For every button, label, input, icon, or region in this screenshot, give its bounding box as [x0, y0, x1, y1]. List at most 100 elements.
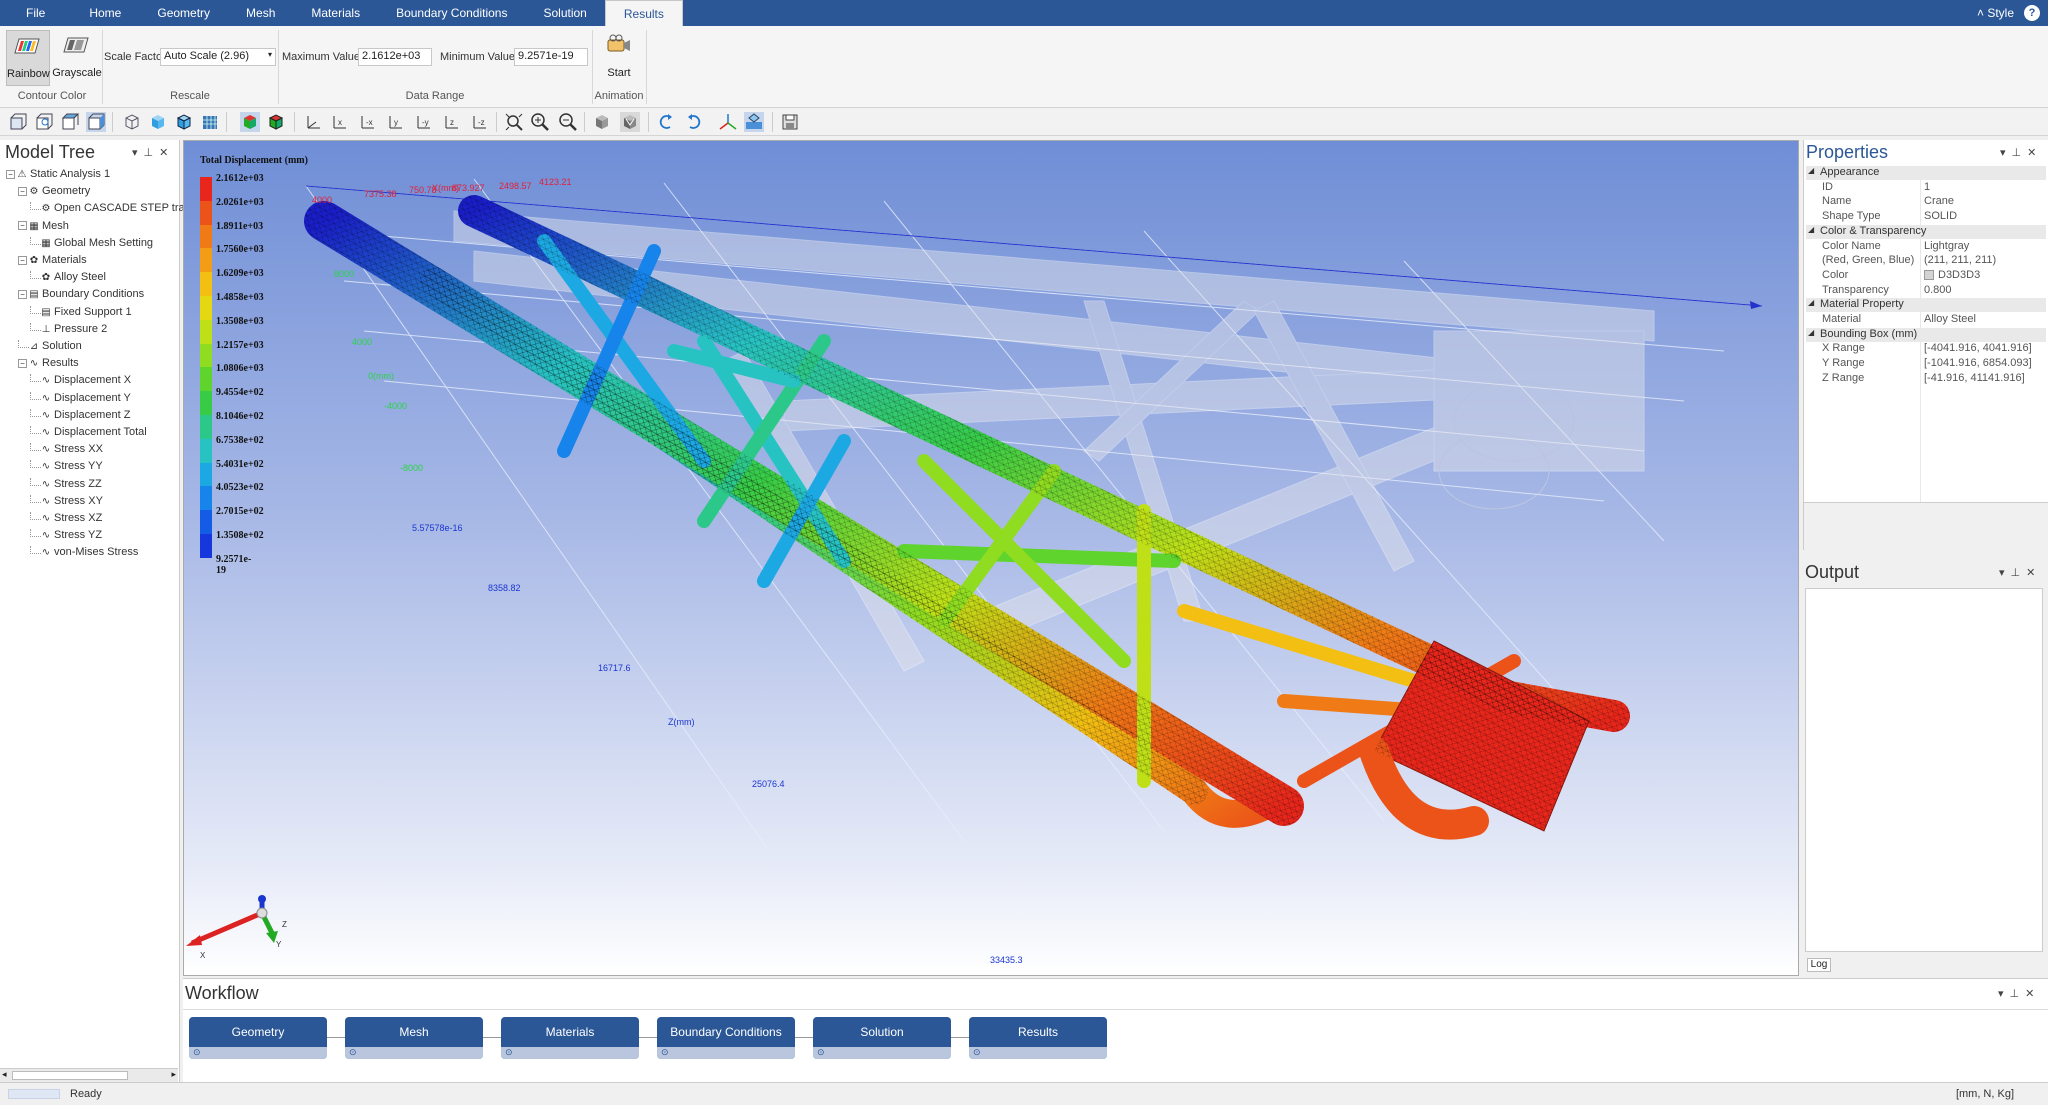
scrollbar-thumb[interactable]: [12, 1071, 128, 1080]
tree-item[interactable]: ∿ Displacement Total: [30, 426, 147, 442]
chevron-down-icon[interactable]: ▾: [1999, 567, 2011, 579]
close-icon[interactable]: ✕: [2026, 567, 2041, 579]
workflow-step-button[interactable]: Boundary Conditions ⊙: [657, 1017, 795, 1059]
collapse-triangle-icon[interactable]: ◢: [1808, 298, 1814, 307]
tree-item[interactable]: ∿ Stress XY: [30, 494, 103, 511]
property-row[interactable]: Name Crane: [1804, 195, 2048, 209]
menu-tab-geometry[interactable]: Geometry: [139, 0, 228, 26]
property-row[interactable]: ID 1: [1804, 181, 2048, 195]
tree-item[interactable]: ⊥ Pressure 2: [30, 322, 107, 339]
property-category[interactable]: ◢ Color & Transparency: [1806, 224, 2046, 239]
tree-item[interactable]: − ▤ Boundary Conditions: [18, 288, 144, 304]
axis-view-1-icon[interactable]: [304, 112, 324, 132]
property-row[interactable]: X Range [-4041.916, 4041.916]: [1804, 342, 2048, 356]
workflow-step-button[interactable]: Materials ⊙: [501, 1017, 639, 1059]
tree-item[interactable]: − ✿ Materials: [18, 254, 87, 270]
axis-view-2-icon[interactable]: x: [330, 112, 350, 132]
expand-toggle-icon[interactable]: −: [6, 169, 15, 179]
workflow-step-expander[interactable]: ⊙: [813, 1047, 951, 1059]
axis-view-4-icon[interactable]: y: [386, 112, 406, 132]
workflow-step-expander[interactable]: ⊙: [189, 1047, 327, 1059]
style-menu[interactable]: ˄ Style: [1977, 6, 2014, 20]
mesh-view-icon[interactable]: [200, 112, 220, 132]
scale-factor-select[interactable]: Auto Scale (2.96) ▾: [160, 48, 276, 66]
workflow-step-expander[interactable]: ⊙: [501, 1047, 639, 1059]
tree-item[interactable]: ∿ Stress YY: [30, 460, 103, 476]
triad-icon[interactable]: [718, 112, 738, 132]
close-icon[interactable]: ✕: [2025, 988, 2040, 1000]
3d-viewport[interactable]: 4000 7375.38 750.78 X(mm) 873.927 2498.57 4123…: [183, 140, 1799, 976]
tree-item[interactable]: ▤ Fixed Support 1: [30, 305, 132, 322]
property-row[interactable]: Color Name Lightgray: [1804, 240, 2048, 254]
axis-view-3-icon[interactable]: -x: [358, 112, 378, 132]
workflow-step-button[interactable]: Results ⊙: [969, 1017, 1107, 1059]
help-icon[interactable]: ?: [2024, 5, 2040, 21]
tree-item[interactable]: ✿ Alloy Steel: [30, 271, 106, 287]
min-value-input[interactable]: 9.2571e-19: [514, 48, 588, 66]
tree-item[interactable]: ∿ Displacement Y: [30, 391, 131, 408]
log-tab[interactable]: Log: [1807, 958, 1831, 972]
rotate-left-icon[interactable]: [656, 112, 676, 132]
property-row[interactable]: Transparency 0.800: [1804, 284, 2048, 298]
expand-toggle-icon[interactable]: −: [18, 221, 27, 231]
property-category[interactable]: ◢ Appearance: [1806, 166, 2046, 180]
property-row[interactable]: Shape Type SOLID: [1804, 210, 2048, 224]
view-front-icon[interactable]: [8, 112, 28, 132]
collapse-triangle-icon[interactable]: ◢: [1808, 328, 1814, 337]
property-row[interactable]: Material Alloy Steel: [1804, 313, 2048, 327]
collapse-triangle-icon[interactable]: ◢: [1808, 166, 1814, 175]
workflow-step-expander[interactable]: ⊙: [345, 1047, 483, 1059]
shaded-edges-icon[interactable]: [174, 112, 194, 132]
axis-view-7-icon[interactable]: -z: [470, 112, 490, 132]
property-category[interactable]: ◢ Bounding Box (mm): [1806, 327, 2046, 342]
view-back-icon[interactable]: [34, 112, 54, 132]
workflow-step-button[interactable]: Solution ⊙: [813, 1017, 951, 1059]
background-icon[interactable]: [744, 112, 764, 132]
expand-toggle-icon[interactable]: −: [18, 358, 27, 368]
tree-item[interactable]: − ⚙ Geometry: [18, 185, 90, 201]
chevron-down-icon[interactable]: ▾: [1998, 988, 2010, 1000]
output-log-area[interactable]: [1805, 588, 2043, 952]
grayscale-button[interactable]: Grayscale: [52, 30, 102, 86]
zoom-fit-icon[interactable]: [504, 112, 524, 132]
axis-view-6-icon[interactable]: z: [442, 112, 462, 132]
tree-item[interactable]: ∿ Stress ZZ: [30, 477, 102, 494]
tree-item[interactable]: ⊿ Solution: [18, 340, 82, 356]
menu-tab-mesh[interactable]: Mesh: [228, 0, 293, 26]
orientation-triad[interactable]: X Y Z: [186, 895, 287, 960]
pin-icon[interactable]: ⊥: [2012, 147, 2028, 159]
tree-item[interactable]: ⚙ Open CASCADE STEP tran: [30, 202, 191, 218]
view-top-icon[interactable]: [60, 112, 80, 132]
horizontal-scrollbar[interactable]: ◂ ▸: [0, 1068, 178, 1082]
tree-item[interactable]: ∿ Displacement X: [30, 374, 131, 390]
contour-view-icon[interactable]: [240, 112, 260, 132]
menu-tab-materials[interactable]: Materials: [293, 0, 378, 26]
pin-icon[interactable]: ⊥: [2010, 988, 2026, 1000]
tree-item[interactable]: ∿ Stress XZ: [30, 512, 102, 528]
tree-item[interactable]: ∿ Stress XX: [30, 443, 103, 459]
pin-icon[interactable]: ⊥: [2011, 567, 2027, 579]
close-icon[interactable]: ✕: [159, 147, 174, 159]
section-view-icon[interactable]: [620, 112, 640, 132]
menu-tab-results[interactable]: Results: [604, 0, 683, 26]
tree-item[interactable]: ∿ von-Mises Stress: [30, 546, 138, 562]
view-iso-icon[interactable]: [86, 112, 106, 132]
expand-toggle-icon[interactable]: −: [18, 186, 27, 196]
tree-item[interactable]: − ∿ Results: [18, 357, 79, 373]
pin-icon[interactable]: ⊥: [144, 147, 160, 159]
close-icon[interactable]: ✕: [2027, 147, 2042, 159]
property-row[interactable]: Z Range [-41.916, 41141.916]: [1804, 372, 2048, 386]
zoom-in-icon[interactable]: [530, 112, 550, 132]
workflow-step-button[interactable]: Mesh ⊙: [345, 1017, 483, 1059]
start-animation-button[interactable]: Start: [596, 30, 642, 86]
tree-item[interactable]: − ⚠ Static Analysis 1: [6, 168, 110, 184]
expand-toggle-icon[interactable]: −: [18, 289, 27, 299]
rotate-right-icon[interactable]: [684, 112, 704, 132]
expand-toggle-icon[interactable]: −: [18, 255, 27, 265]
property-row[interactable]: Y Range [-1041.916, 6854.093]: [1804, 357, 2048, 371]
wireframe-icon[interactable]: [122, 112, 142, 132]
chevron-down-icon[interactable]: ▾: [132, 147, 144, 159]
tree-item[interactable]: ∿ Displacement Z: [30, 408, 130, 425]
menu-tab-home[interactable]: Home: [71, 0, 139, 26]
scroll-right-icon[interactable]: ▸: [171, 1069, 176, 1080]
